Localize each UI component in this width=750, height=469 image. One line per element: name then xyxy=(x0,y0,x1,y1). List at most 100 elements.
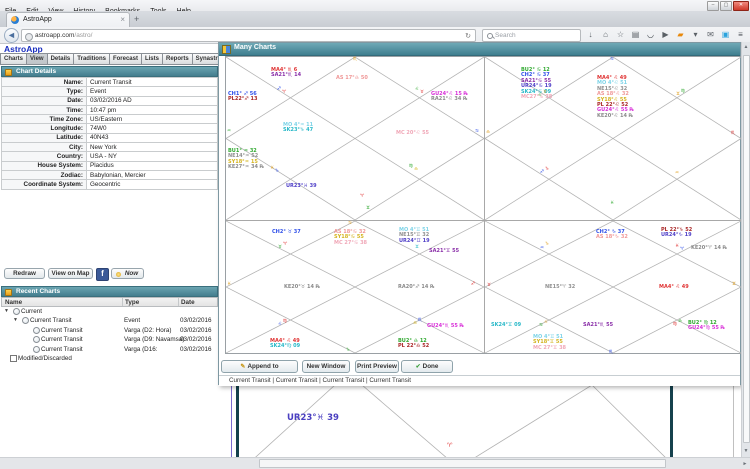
tab-synastry[interactable]: Synastry xyxy=(193,53,219,65)
tab-traditions[interactable]: Traditions xyxy=(74,53,110,65)
hamburger-icon[interactable]: ≡ xyxy=(733,28,748,42)
planet-label: BU1° ♒ 32NE14°♒ 52SY18°♒ 15KE27°♒ 34 ℞ xyxy=(228,149,264,171)
pocket-icon[interactable]: ◡ xyxy=(643,28,658,42)
detail-row: Longitude:74W0 xyxy=(2,124,218,133)
done-button[interactable]: ✔Done xyxy=(401,360,453,373)
detail-label: City: xyxy=(2,143,87,152)
frame-line xyxy=(236,385,239,457)
chart-radio-icon[interactable] xyxy=(13,308,20,315)
checkbox[interactable] xyxy=(10,355,17,362)
new-window-button[interactable]: New Window xyxy=(302,360,350,373)
detail-row: Date:03/02/2016 AD xyxy=(2,96,218,105)
tree-row[interactable]: Current TransitVarga (D9: Navamsa)03/02/… xyxy=(1,335,218,344)
chart-radio-icon[interactable] xyxy=(22,317,29,324)
bookmark-star-icon[interactable]: ☆ xyxy=(613,28,628,42)
tab-lists[interactable]: Lists xyxy=(142,53,163,65)
detail-label: Type: xyxy=(2,87,87,96)
detail-value: 03/02/2016 AD xyxy=(87,96,218,105)
tree-row[interactable]: Modified/Discarded xyxy=(1,354,218,363)
column-header-type[interactable]: Type xyxy=(125,299,139,306)
sign-glyph: ♏ xyxy=(418,319,422,324)
app-icon[interactable]: ▣ xyxy=(718,28,733,42)
scroll-right-icon[interactable]: ► xyxy=(740,459,750,469)
sign-glyph: ♓ xyxy=(610,202,614,207)
sign-glyph: ♒ xyxy=(675,172,679,177)
sign-glyph: ♉ xyxy=(420,91,424,96)
dialog-titlebar[interactable]: Many Charts xyxy=(219,43,740,56)
print-preview-button[interactable]: Print Preview xyxy=(355,360,399,373)
tab-charts[interactable]: Charts xyxy=(0,53,27,65)
search-input[interactable]: Search xyxy=(482,29,581,42)
detail-value: Geocentric xyxy=(87,180,218,189)
tab-forecast[interactable]: Forecast xyxy=(110,53,142,65)
facebook-button[interactable]: f xyxy=(96,268,109,281)
download-icon[interactable]: ↓ xyxy=(583,28,598,42)
back-button[interactable]: ◄ xyxy=(4,28,19,43)
frame-line xyxy=(670,385,673,457)
tree-row[interactable]: ▼Current TransitEvent03/02/2016 xyxy=(1,316,218,325)
close-button[interactable]: ✕ xyxy=(733,1,749,11)
vertical-scrollbar[interactable]: ▲ ▼ xyxy=(741,42,750,457)
addon-icon[interactable]: ▰ xyxy=(673,28,688,42)
view-on-map-button[interactable]: View on Map xyxy=(48,268,93,279)
sign-glyph: ♊ xyxy=(415,246,419,251)
tree-item-name: Modified/Discarded xyxy=(18,355,72,362)
tree-row[interactable]: Current TransitVarga (D2: Hora)03/02/201… xyxy=(1,326,218,335)
send-icon[interactable]: ▶ xyxy=(658,28,673,42)
sign-glyph: ♋ xyxy=(539,324,543,329)
clipboard-icon[interactable]: ▤ xyxy=(628,28,643,42)
scroll-up-icon[interactable]: ▲ xyxy=(742,42,750,53)
tab-details[interactable]: Details xyxy=(48,53,75,65)
detail-value: New York xyxy=(87,143,218,152)
sign-glyph: ♓ xyxy=(675,245,679,250)
dialog-icon xyxy=(222,45,231,54)
sign-glyph: ♋ xyxy=(610,58,614,63)
chart-radio-icon[interactable] xyxy=(33,346,40,353)
sign-glyph: ♐ xyxy=(540,171,544,176)
tree-item-name: Current xyxy=(21,308,42,315)
now-button[interactable]: Now xyxy=(111,268,144,279)
redraw-button[interactable]: Redraw xyxy=(4,268,45,279)
sign-glyph: ♌ xyxy=(278,323,282,328)
tab-reports[interactable]: Reports xyxy=(163,53,193,65)
recent-charts-tree: ▼Current▼Current TransitEvent03/02/2016C… xyxy=(1,307,218,387)
tree-item-name: Current Transit xyxy=(30,317,72,324)
sign-glyph: ♍ xyxy=(409,165,413,170)
append-to-astroscribe-button[interactable]: ✎Append to AstroScribe xyxy=(221,360,298,373)
url-bar[interactable]: astroapp.com/astro/ ↻ xyxy=(21,29,476,42)
detail-row: Coordinate System:Geocentric xyxy=(2,180,218,189)
vertical-scroll-thumb[interactable] xyxy=(743,55,750,443)
browser-tab-astroapp[interactable]: AstroApp × xyxy=(6,12,130,28)
tab-view[interactable]: View xyxy=(27,53,48,65)
sign-glyph: ♓ xyxy=(227,283,231,288)
tree-item-date: 03/02/2016 xyxy=(180,346,212,353)
sign-glyph: ♎ xyxy=(413,322,417,327)
minimize-button[interactable]: – xyxy=(707,1,719,11)
reload-icon[interactable]: ↻ xyxy=(465,32,471,40)
chat-icon[interactable]: ✉ xyxy=(703,28,718,42)
new-tab-button[interactable]: + xyxy=(134,14,139,24)
planet-label: BU2° ♎ 12PL 22°♎ 52 xyxy=(398,339,429,350)
sign-glyph: ♑ xyxy=(275,170,279,175)
horizontal-scroll-thumb[interactable] xyxy=(259,459,666,468)
expander-icon[interactable]: ▼ xyxy=(13,317,18,323)
chart-radio-icon[interactable] xyxy=(33,327,40,334)
planet-label: MO 4°♊ 51NE15°♊ 32UR24°♊ 19 xyxy=(399,228,430,244)
column-header-name[interactable]: Name xyxy=(5,299,22,306)
column-header-date[interactable]: Date xyxy=(181,299,195,306)
planet-label: KE20°♈ 14 ℞ xyxy=(691,246,727,251)
chart-radio-icon[interactable] xyxy=(33,336,40,343)
tab-close-icon[interactable]: × xyxy=(120,15,125,25)
maximize-button[interactable]: ▢ xyxy=(720,1,732,11)
expander-icon[interactable]: ▼ xyxy=(4,308,9,314)
scroll-down-icon[interactable]: ▼ xyxy=(742,446,750,457)
caret-icon[interactable]: ▾ xyxy=(688,28,703,42)
tree-row[interactable]: ▼ Current xyxy=(1,307,218,316)
tree-row[interactable]: Current TransitVarga (D16:03/02/2016 xyxy=(1,345,218,354)
sign-glyph: ♈ xyxy=(680,248,684,253)
horizontal-scrollbar[interactable]: ► xyxy=(0,457,750,469)
window-controls: –▢✕ xyxy=(706,1,749,9)
dialog-status-bar: Current Transit | Current Transit | Curr… xyxy=(219,375,740,386)
sign-glyph: ♋ xyxy=(348,222,352,227)
home-icon[interactable]: ⌂ xyxy=(598,28,613,42)
